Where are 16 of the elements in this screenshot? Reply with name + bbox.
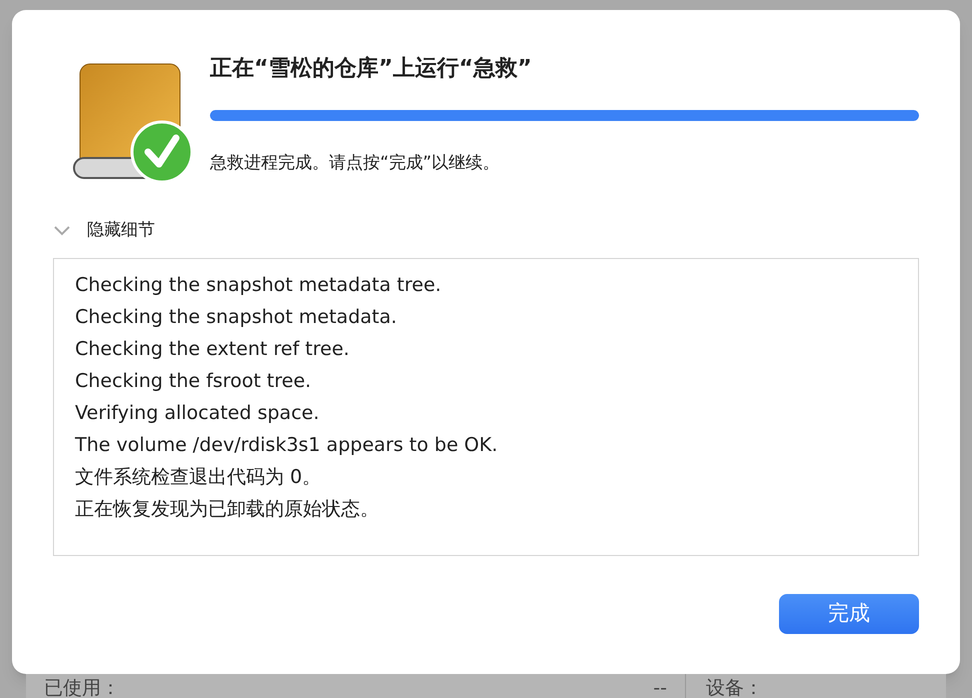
chevron-icon [53, 224, 71, 237]
log-line: 文件系统检查退出代码为 0。 [75, 464, 322, 490]
log-line: Verifying allocated space. [75, 400, 320, 426]
status-message: 急救进程完成。请点按“完成”以继续。 [210, 152, 501, 175]
details-toggle[interactable]: 隐藏细节 [53, 218, 155, 244]
dialog-title: 正在“雪松的仓库”上运行“急救” [210, 54, 533, 83]
used-label: 已使用： [44, 676, 120, 698]
log-line: Checking the fsroot tree. [75, 368, 312, 394]
log-line: Checking the snapshot metadata. [75, 304, 398, 330]
log-line: Checking the extent ref tree. [75, 336, 350, 362]
done-button[interactable]: 完成 [779, 594, 919, 634]
log-line: 正在恢复发现为已卸载的原始状态。 [75, 496, 380, 522]
device-label: 设备： [706, 676, 764, 698]
log-line: The volume /dev/rdisk3s1 appears to be OK. [75, 432, 499, 458]
log-line: Checking the snapshot metadata tree. [75, 272, 442, 298]
used-value: -- [653, 676, 667, 698]
